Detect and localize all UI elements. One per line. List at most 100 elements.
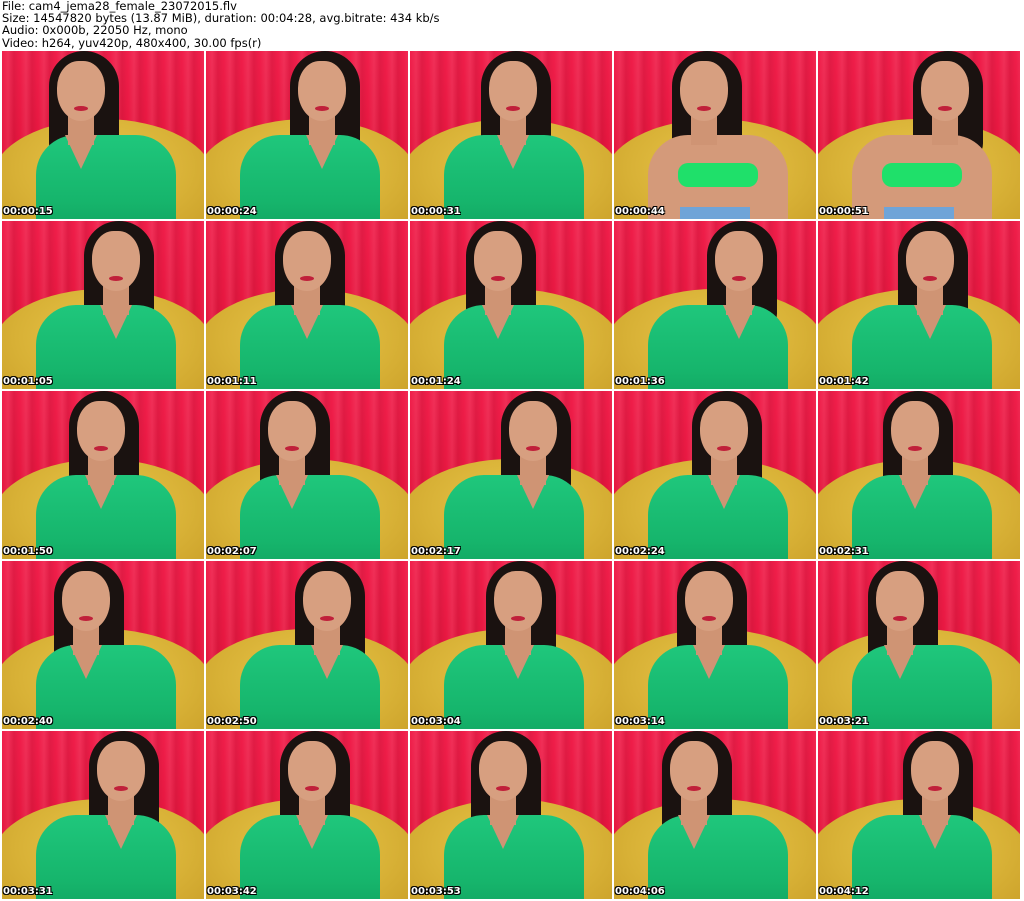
face [298,61,346,121]
shirt-neckline [693,645,725,679]
bikini-bottom [884,207,954,219]
thumbnail-timestamp: 00:01:24 [411,376,461,387]
video-thumbnail[interactable]: 00:04:12 [818,731,1020,899]
bikini-top [882,163,962,187]
video-thumbnail[interactable]: 00:01:42 [818,221,1020,389]
video-thumbnail[interactable]: 00:00:24 [206,51,408,219]
video-thumbnail[interactable]: 00:03:04 [410,561,612,729]
thumbnail-timestamp: 00:03:53 [411,886,461,897]
shirt-neckline [708,475,740,509]
lips [717,446,731,451]
thumbnail-timestamp: 00:01:11 [207,376,257,387]
face [479,741,527,801]
face [489,61,537,121]
video-thumbnail[interactable]: 00:01:05 [2,221,204,389]
shirt-neckline [884,645,916,679]
shirt-neckline [291,305,323,339]
thumbnail-timestamp: 00:02:24 [615,546,665,557]
face [303,571,351,631]
thumbnail-timestamp: 00:00:44 [615,206,665,217]
video-thumbnail[interactable]: 00:02:24 [614,391,816,559]
video-thumbnail[interactable]: 00:03:42 [206,731,408,899]
face [57,61,105,121]
video-thumbnail[interactable]: 00:02:17 [410,391,612,559]
clothing [240,645,380,729]
thumbnail-timestamp: 00:00:31 [411,206,461,217]
video-thumbnail[interactable]: 00:00:44 [614,51,816,219]
thumbnail-timestamp: 00:01:36 [615,376,665,387]
video-thumbnail[interactable]: 00:02:31 [818,391,1020,559]
thumbnail-timestamp: 00:02:50 [207,716,257,727]
thumbnail-timestamp: 00:03:04 [411,716,461,727]
shirt-neckline [65,135,97,169]
thumbnail-timestamp: 00:01:42 [819,376,869,387]
lips [893,616,907,621]
video-thumbnail[interactable]: 00:04:06 [614,731,816,899]
video-thumbnail[interactable]: 00:03:21 [818,561,1020,729]
video-thumbnail[interactable]: 00:02:50 [206,561,408,729]
thumbnail-grid: 00:00:15 00:00:24 00:00:31 00:00:44 00:00:51… [2,51,1020,899]
thumbnail-timestamp: 00:01:05 [3,376,53,387]
face [680,61,728,121]
video-thumbnail[interactable]: 00:02:07 [206,391,408,559]
shirt-neckline [296,815,328,849]
lips [74,106,88,111]
face [268,401,316,461]
video-thumbnail[interactable]: 00:00:15 [2,51,204,219]
face [62,571,110,631]
thumbnail-timestamp: 00:00:24 [207,206,257,217]
file-info-header: File: cam4_jema28_female_23072015.flv Si… [0,0,1024,50]
lips [732,276,746,281]
shirt-neckline [899,475,931,509]
video-thumbnail[interactable]: 00:03:14 [614,561,816,729]
shirt-neckline [70,645,102,679]
video-thumbnail[interactable]: 00:00:51 [818,51,1020,219]
video-thumbnail[interactable]: 00:01:11 [206,221,408,389]
thumbnail-timestamp: 00:00:51 [819,206,869,217]
shirt-neckline [105,815,137,849]
shirt-neckline [914,305,946,339]
video-info-line: Video: h264, yuv420p, 480x400, 30.00 fps… [2,35,262,50]
shirt-neckline [678,815,710,849]
video-thumbnail[interactable]: 00:01:36 [614,221,816,389]
audio-info-line: Audio: 0x000b, 22050 Hz, mono [2,23,188,38]
clothing [444,305,584,389]
lips [908,446,922,451]
video-thumbnail[interactable]: 00:00:31 [410,51,612,219]
video-thumbnail[interactable]: 00:01:50 [2,391,204,559]
video-thumbnail[interactable]: 00:03:53 [410,731,612,899]
lips [285,446,299,451]
face [92,231,140,291]
face [670,741,718,801]
lips [496,786,510,791]
video-thumbnail[interactable]: 00:03:31 [2,731,204,899]
clothing [648,305,788,389]
video-thumbnail[interactable]: 00:02:40 [2,561,204,729]
video-thumbnail[interactable]: 00:01:24 [410,221,612,389]
clothing [648,815,788,899]
lips [928,786,942,791]
thumbnail-timestamp: 00:00:15 [3,206,53,217]
thumbnail-timestamp: 00:04:12 [819,886,869,897]
bikini-top [678,163,758,187]
face [911,741,959,801]
thumbnail-timestamp: 00:02:17 [411,546,461,557]
lips [923,276,937,281]
clothing [36,135,176,219]
clothing [444,475,584,559]
thumbnail-timestamp: 00:02:31 [819,546,869,557]
lips [79,616,93,621]
clothing [240,475,380,559]
shirt-neckline [306,135,338,169]
shirt-neckline [85,475,117,509]
lips [320,616,334,621]
bikini-bottom [680,207,750,219]
shirt-neckline [723,305,755,339]
thumbnail-timestamp: 00:03:42 [207,886,257,897]
face [283,231,331,291]
thumbnail-timestamp: 00:04:06 [615,886,665,897]
lips [702,616,716,621]
face [700,401,748,461]
lips [109,276,123,281]
lips [506,106,520,111]
